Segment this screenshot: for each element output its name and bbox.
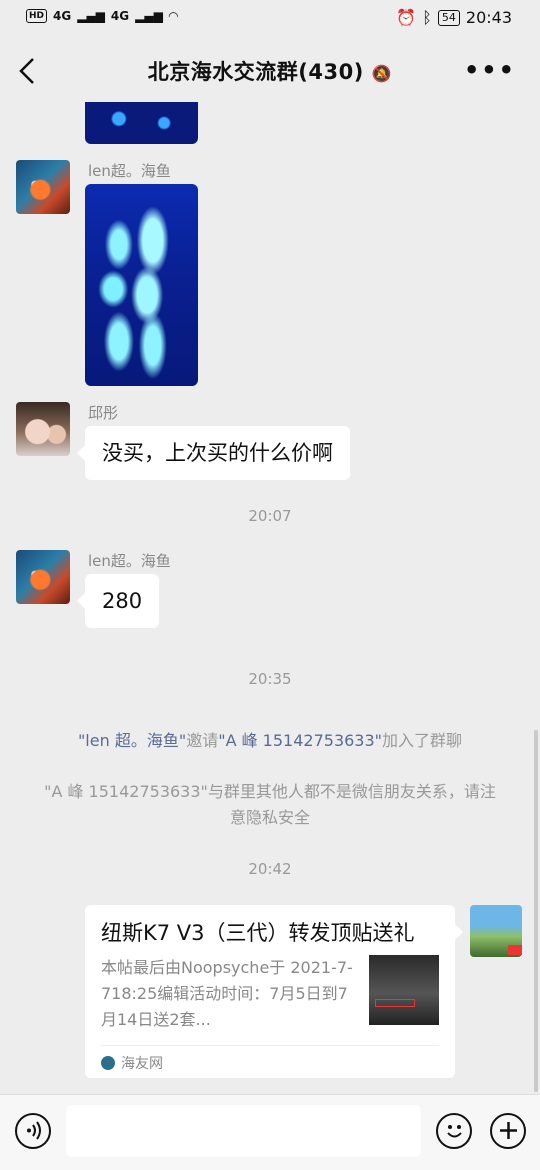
input-bar — [0, 1094, 540, 1170]
message-input[interactable] — [66, 1105, 421, 1157]
card-source: 海友网 — [101, 1053, 163, 1073]
invite-end: 加入了群聊 — [382, 731, 463, 750]
my-avatar[interactable] — [470, 905, 522, 957]
card-title: 纽斯K7 V3（三代）转发顶贴送礼 — [101, 921, 415, 945]
message: len超。海鱼 280 — [16, 550, 516, 630]
card-thumbnail — [369, 955, 439, 1025]
image-message-partial[interactable] — [85, 102, 198, 144]
timestamp: 20:07 — [248, 507, 292, 525]
avatar[interactable] — [16, 160, 70, 214]
sender-name: len超。海鱼 — [88, 552, 171, 570]
signal-4g-icon: 4G — [53, 9, 72, 23]
alarm-icon: ⏰ — [396, 8, 417, 27]
status-right: ⏰ ᛒ 54 20:43 — [396, 8, 512, 27]
avatar[interactable] — [16, 402, 70, 456]
link-card[interactable]: 纽斯K7 V3（三代）转发顶贴送礼 本帖最后由Noopsyche于 2021-7… — [85, 905, 463, 1078]
scrollbar[interactable] — [534, 730, 538, 1092]
image-message[interactable] — [85, 184, 198, 386]
system-invite-notice: "len 超。海鱼"邀请"A 峰 15142753633"加入了群聊 — [40, 728, 500, 754]
more-options-icon[interactable]: ••• — [464, 56, 516, 84]
source-logo-icon — [101, 1056, 115, 1070]
hd-icon: HD — [26, 9, 48, 23]
flag-icon — [508, 945, 522, 955]
signal-4g-icon: 4G — [110, 9, 130, 23]
sender-name: 邱彤 — [88, 404, 119, 422]
network-indicators: HD 4G ▂▄▆ 4G ▂▄▆ ◠ — [26, 9, 178, 23]
inviter-link[interactable]: "len 超。海鱼" — [78, 731, 186, 750]
status-bar: HD 4G ▂▄▆ 4G ▂▄▆ ◠ ⏰ ᛒ 54 20:43 — [0, 0, 540, 38]
message: len超。海鱼 — [16, 160, 516, 390]
timestamp: 20:35 — [248, 670, 292, 688]
divider — [101, 1045, 439, 1046]
card-description: 本帖最后由Noopsyche于 2021-7-718:25编辑活动时间：7月5日… — [101, 958, 353, 1029]
wifi-icon: ◠ — [168, 9, 179, 23]
chat-area[interactable]: len超。海鱼 邱彤 没买，上次买的什么价啊 20:07 len超。海鱼 280… — [0, 102, 540, 1094]
battery-icon: 54 — [437, 9, 460, 26]
invite-verb: 邀请 — [186, 731, 219, 750]
page-title: 北京海水交流群(430) 🔕 — [0, 56, 540, 86]
privacy-notice: "A 峰 15142753633"与群里其他人都不是微信朋友关系，请注意隐私安全 — [44, 782, 496, 827]
bluetooth-icon: ᛒ — [422, 8, 432, 27]
group-title: 北京海水交流群(430) — [147, 60, 364, 84]
sender-name: len超。海鱼 — [88, 162, 171, 180]
timestamp: 20:42 — [248, 860, 292, 878]
mute-bell-icon: 🔕 — [371, 64, 393, 83]
signal-bars-icon: ▂▄▆ — [135, 9, 163, 23]
avatar[interactable] — [16, 550, 70, 604]
signal-bars-icon: ▂▄▆ — [77, 9, 105, 23]
source-name: 海友网 — [121, 1056, 163, 1072]
nav-bar: 北京海水交流群(430) 🔕 ••• — [0, 38, 540, 102]
plus-icon[interactable] — [490, 1113, 526, 1149]
text-bubble[interactable]: 没买，上次买的什么价啊 — [77, 426, 350, 480]
voice-input-icon[interactable] — [15, 1113, 51, 1149]
emoji-icon[interactable] — [436, 1113, 472, 1149]
clock: 20:43 — [465, 8, 512, 27]
message: 邱彤 没买，上次买的什么价啊 — [16, 402, 516, 482]
invitee-link[interactable]: "A 峰 15142753633" — [218, 731, 382, 750]
text-bubble[interactable]: 280 — [76, 574, 160, 628]
